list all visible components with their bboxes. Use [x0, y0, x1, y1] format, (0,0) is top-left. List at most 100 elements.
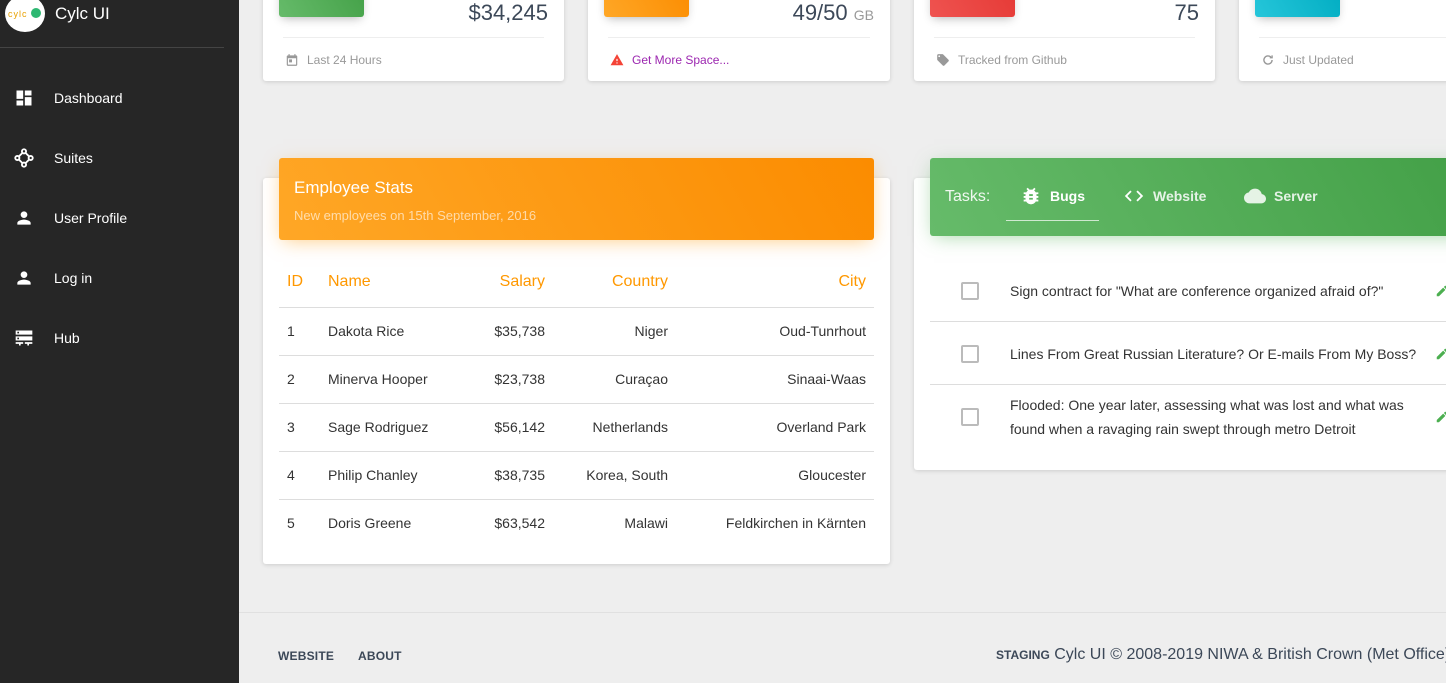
table-row: 2 Minerva Hooper $23,738 Curaçao Sinaai-…: [279, 355, 874, 404]
task-text: Sign contract for "What are conference o…: [1010, 283, 1384, 299]
cell-city: Oud-Tunrhout: [676, 307, 874, 356]
table-row: 1 Dakota Rice $35,738 Niger Oud-Tunrhout: [279, 307, 874, 356]
code-icon: [1124, 190, 1144, 202]
column-header: ID: [279, 258, 320, 308]
stat-card-header: [279, 0, 364, 17]
footer-link-website[interactable]: WEBSITE: [278, 649, 334, 663]
list-item: Lines From Great Russian Literature? Or …: [930, 322, 1446, 385]
cell-id: 2: [279, 355, 320, 404]
tab-label: Website: [1153, 188, 1207, 204]
stat-footer: Last 24 Hours: [285, 53, 382, 67]
column-header: Name: [320, 258, 450, 308]
hub-icon: [15, 330, 33, 346]
person-icon: [17, 211, 31, 225]
tab-website[interactable]: Website: [1123, 185, 1206, 207]
cell-country: Malawi: [624, 515, 668, 532]
cell-name: Dakota Rice: [320, 307, 450, 356]
cell-country: Netherlands: [553, 403, 676, 452]
tag-icon: [937, 54, 949, 66]
sidebar-item-dashboard[interactable]: Dashboard: [0, 75, 239, 121]
divider: [608, 37, 870, 38]
stat-card-issues: 75 Tracked from Github: [914, 0, 1215, 81]
stat-value: $34,245: [468, 0, 548, 25]
get-more-space-link[interactable]: Get More Space...: [632, 53, 729, 67]
warning-icon: [610, 54, 624, 66]
sidebar-item-suites[interactable]: Suites: [0, 135, 239, 181]
cell-country: Korea, South: [553, 451, 676, 500]
sidebar-item-label: Hub: [54, 330, 80, 346]
stat-footer-text: Tracked from Github: [958, 53, 1067, 67]
cell-country: Niger: [553, 307, 676, 356]
person-icon: [17, 271, 31, 285]
sidebar-item-label: Dashboard: [54, 90, 123, 106]
cell-id: 5: [287, 515, 295, 532]
tab-label: Bugs: [1050, 188, 1085, 204]
cell-id: 4: [279, 451, 320, 500]
brand[interactable]: cylc Cylc UI: [0, 0, 224, 48]
divider: [1259, 37, 1446, 38]
task-checkbox[interactable]: [961, 345, 979, 363]
cell-salary: $35,738: [450, 307, 553, 356]
cloud-icon: [1244, 188, 1266, 204]
sidebar-item-log-in[interactable]: Log in: [0, 255, 239, 301]
app-title: Cylc UI: [55, 4, 110, 23]
cylc-logo: cylc: [5, 0, 45, 32]
cell-city: Feldkirchen in Kärnten: [725, 515, 866, 532]
employee-stats-header: Employee Stats New employees on 15th Sep…: [279, 158, 874, 240]
cell-salary: $23,738: [450, 355, 553, 404]
logo-dot: [31, 8, 41, 18]
cell-id: 3: [279, 403, 320, 452]
cell-salary: $63,542: [494, 515, 545, 532]
table-row: 3 Sage Rodriguez $56,142 Netherlands Ove…: [279, 403, 874, 452]
environment-label: STAGING: [996, 648, 1050, 662]
task-text: Flooded: One year later, assessing what …: [1010, 397, 1404, 437]
tab-bugs[interactable]: Bugs: [1006, 185, 1099, 221]
stat-footer: Tracked from Github: [936, 53, 1067, 67]
sidebar-item-hub[interactable]: Hub: [0, 315, 239, 361]
dashboard-icon: [16, 90, 32, 106]
stat-footer-text: Just Updated: [1283, 53, 1354, 67]
sidebar-item-label: Log in: [54, 270, 93, 286]
footer-link-about[interactable]: ABOUT: [358, 649, 402, 663]
task-checkbox[interactable]: [961, 408, 979, 426]
sidebar-item-label: Suites: [54, 150, 93, 166]
suites-icon: [14, 148, 34, 168]
table-row: 4 Philip Chanley $38,735 Korea, South Gl…: [279, 451, 874, 500]
table-header-row: ID Name Salary Country City: [279, 258, 874, 308]
tab-server[interactable]: Server: [1244, 185, 1318, 207]
sidebar-item-user-profile[interactable]: User Profile: [0, 195, 239, 241]
stat-value: 75: [1174, 0, 1199, 25]
column-header: City: [676, 258, 874, 308]
tab-label: Server: [1274, 188, 1318, 204]
list-item: Sign contract for "What are conference o…: [930, 260, 1446, 322]
cell-salary: $38,735: [450, 451, 553, 500]
stat-footer: Just Updated: [1261, 53, 1354, 67]
stat-value: 49/50 GB: [792, 0, 874, 25]
tasks-header: Tasks: Bugs Website Server: [930, 158, 1446, 236]
stat-card-revenue: $34,245 Last 24 Hours: [263, 0, 564, 81]
logo-text: cylc: [8, 9, 28, 19]
stat-card-header: [604, 0, 689, 17]
cell-name: Minerva Hooper: [320, 355, 450, 404]
cell-id: 1: [279, 307, 320, 356]
edit-icon[interactable]: [1435, 284, 1446, 298]
column-header: Salary: [450, 258, 553, 308]
edit-icon[interactable]: [1435, 347, 1446, 361]
cell-country: Curaçao: [553, 355, 676, 404]
stat-card-storage: 49/50 GB Get More Space...: [588, 0, 890, 81]
cell-name: Philip Chanley: [320, 451, 450, 500]
cell-city: Gloucester: [676, 451, 874, 500]
cell-name: Doris Greene: [328, 515, 412, 532]
copyright: STAGING Cylc UI © 2008-2019 NIWA & Briti…: [996, 646, 1446, 664]
list-item: Flooded: One year later, assessing what …: [930, 385, 1446, 449]
tasks-label: Tasks:: [945, 188, 991, 205]
sidebar-item-label: User Profile: [54, 210, 128, 226]
card-title: Employee Stats: [294, 178, 414, 197]
divider: [283, 37, 544, 38]
cell-city: Overland Park: [676, 403, 874, 452]
column-header: Country: [553, 258, 676, 308]
task-checkbox[interactable]: [961, 282, 979, 300]
calendar-icon: [286, 54, 298, 66]
edit-icon[interactable]: [1435, 410, 1446, 424]
bug-icon: [1023, 187, 1039, 205]
